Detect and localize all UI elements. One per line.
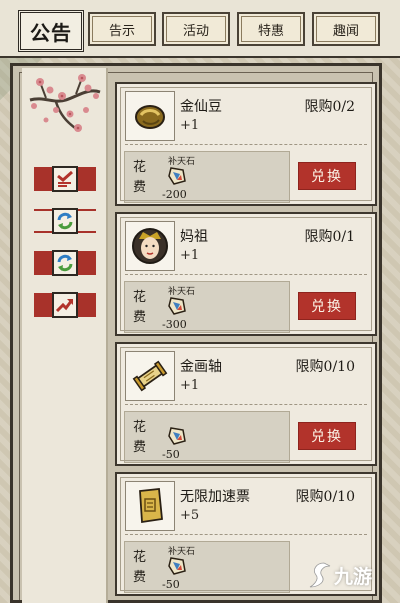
redeem-button[interactable]: 兑换 <box>298 292 356 320</box>
item-quantity: +1 <box>180 118 200 133</box>
bean-icon <box>135 105 165 129</box>
cost-label: 花费 <box>133 420 147 455</box>
cost-amount: -300 <box>162 318 187 331</box>
purchase-limit: 限购0/2 <box>304 99 355 115</box>
divider <box>125 274 367 275</box>
item-quantity: +1 <box>180 378 200 393</box>
site-watermark: 九游 <box>308 555 372 595</box>
category-sidebar <box>22 68 108 603</box>
tab-events[interactable]: 活动 <box>162 12 230 46</box>
shop-item-card: 金仙豆 +1 限购0/2 花费 补天石 -200 兑换 <box>115 82 377 206</box>
divider <box>125 534 367 535</box>
purchase-limit: 限购0/1 <box>304 229 355 245</box>
purchase-limit: 限购0/10 <box>295 359 355 375</box>
tab-anecdotes[interactable]: 趣闻 <box>312 12 380 46</box>
cost-amount: -50 <box>162 578 180 591</box>
watermark-text: 九游 <box>334 565 373 588</box>
cost-label: 花费 <box>133 550 147 585</box>
refresh-icon <box>52 250 78 276</box>
item-icon-slot[interactable] <box>125 351 175 401</box>
cost-box: 花费 补天石 -50 <box>124 541 290 593</box>
item-icon-slot[interactable] <box>125 91 175 141</box>
portrait-icon <box>132 228 168 264</box>
item-name: 金画轴 <box>180 359 222 375</box>
item-quantity: +1 <box>180 248 200 263</box>
plum-blossom-decoration <box>29 74 101 132</box>
trend-up-icon <box>52 292 78 318</box>
sidebar-tab-exchange[interactable] <box>34 248 96 278</box>
tab-specials[interactable]: 特惠 <box>237 12 305 46</box>
cost-box: 花费 -50 <box>124 411 290 463</box>
ticket-icon <box>139 488 163 524</box>
divider <box>125 144 367 145</box>
sidebar-tab-growth[interactable] <box>34 290 96 320</box>
tab-notice[interactable]: 告示 <box>88 12 156 46</box>
redeem-button[interactable]: 兑换 <box>298 162 356 190</box>
item-name: 金仙豆 <box>180 99 222 115</box>
divider <box>125 404 367 405</box>
shop-item-card: 妈祖 +1 限购0/1 花费 补天石 -300 兑换 <box>115 212 377 336</box>
mending-stone-icon <box>168 167 186 185</box>
mending-stone-icon <box>168 297 186 315</box>
mending-stone-icon <box>168 427 186 445</box>
scroll-icon <box>132 360 168 392</box>
sidebar-tab-checklist[interactable] <box>34 164 96 194</box>
cost-label: 花费 <box>133 160 147 195</box>
item-name: 妈祖 <box>180 229 208 245</box>
redeem-button[interactable]: 兑换 <box>298 422 356 450</box>
cost-label: 花费 <box>133 290 147 325</box>
purchase-limit: 限购0/10 <box>295 489 355 505</box>
item-icon-slot[interactable] <box>125 481 175 531</box>
page-title: 公告 <box>18 10 84 52</box>
cost-box: 花费 补天石 -200 <box>124 151 290 203</box>
item-name: 无限加速票 <box>180 489 250 505</box>
sidebar-tab-exchange-selected[interactable] <box>34 206 96 236</box>
item-icon-slot[interactable] <box>125 221 175 271</box>
cost-amount: -50 <box>162 448 180 461</box>
mending-stone-icon <box>168 557 186 575</box>
shop-item-card: 金画轴 +1 限购0/10 花费 -50 兑换 <box>115 342 377 466</box>
watermark-logo-icon <box>309 562 331 588</box>
top-tab-bar: 公告 告示 活动 特惠 趣闻 <box>0 0 400 58</box>
cost-amount: -200 <box>162 188 187 201</box>
item-quantity: +5 <box>180 508 200 523</box>
checklist-icon <box>52 166 78 192</box>
cost-box: 花费 补天石 -300 <box>124 281 290 333</box>
refresh-icon <box>52 208 78 234</box>
shop-item-list[interactable]: 金仙豆 +1 限购0/2 花费 补天石 -200 兑换 妈祖 +1 限购0/1 … <box>115 78 377 603</box>
